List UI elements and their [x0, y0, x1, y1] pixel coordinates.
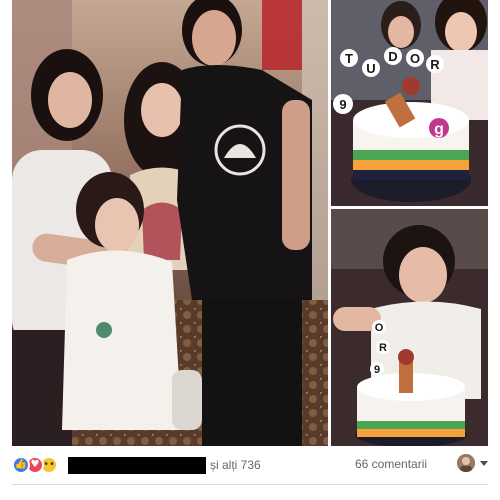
cake2-number-nine: 9	[374, 364, 380, 376]
cake-number-small: g	[434, 121, 444, 138]
photo-family-portrait-image	[12, 0, 328, 446]
photo-family-portrait[interactable]	[12, 0, 328, 446]
cake-letter-d: D	[388, 49, 397, 64]
comments-count-link[interactable]: 66 comentarii	[355, 457, 427, 471]
facebook-post: T U D O R 9 g O R 9 👍 ♥ •• și alți 736 6…	[0, 0, 500, 500]
cake2-letter-r: R	[379, 342, 387, 354]
cake2-letter-o: O	[375, 322, 384, 334]
redacted-reactor-names	[68, 456, 206, 474]
reactions-others-count[interactable]: și alți 736	[210, 458, 261, 472]
reactions-bar: 👍 ♥ •• și alți 736 66 comentarii	[12, 452, 488, 478]
cake-letter-r: R	[430, 57, 440, 72]
reaction-icons[interactable]: 👍 ♥ ••	[12, 456, 58, 474]
chevron-down-icon	[480, 460, 488, 466]
divider	[12, 484, 488, 485]
photo-boy-cake-image: O R 9	[331, 209, 488, 446]
cake-letter-o: O	[410, 51, 420, 66]
like-icon: 👍	[12, 456, 30, 474]
photo-cake-top-image: T U D O R 9 g	[331, 0, 488, 206]
cake-number-nine: 9	[339, 97, 346, 112]
cake-letter-t: T	[345, 51, 353, 66]
cake-letter-u: U	[366, 61, 375, 76]
avatar	[457, 454, 475, 472]
photo-grid: T U D O R 9 g O R 9	[12, 0, 488, 446]
photo-boy-cake[interactable]: O R 9	[331, 209, 488, 446]
profile-selector[interactable]	[457, 454, 488, 472]
photo-cake-top[interactable]: T U D O R 9 g	[331, 0, 488, 206]
